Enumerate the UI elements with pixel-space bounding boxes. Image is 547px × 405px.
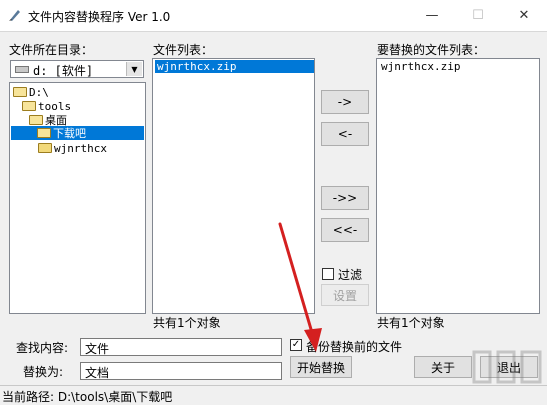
folder-icon — [38, 143, 52, 153]
add-all-button[interactable]: ->> — [321, 186, 369, 210]
maximize-button[interactable]: ☐ — [455, 0, 501, 30]
app-icon — [9, 10, 20, 21]
chevron-down-icon[interactable]: ▼ — [126, 62, 142, 76]
minimize-button[interactable]: — — [409, 0, 455, 30]
filter-label: 过滤 — [338, 268, 363, 282]
folder-open-icon — [29, 115, 43, 125]
remove-button[interactable]: <- — [321, 122, 369, 146]
replace-list-label: 要替换的文件列表： — [377, 43, 486, 57]
tree-node-root[interactable]: D:\ — [13, 85, 49, 99]
find-label: 查找内容: — [16, 341, 69, 355]
close-button[interactable]: ✕ — [501, 0, 547, 30]
find-input[interactable]: 文件 — [80, 338, 282, 356]
add-button[interactable]: -> — [321, 90, 369, 114]
drive-select-value: d: [软件] — [33, 64, 94, 78]
directory-label: 文件所在目录： — [9, 43, 94, 57]
status-bar: 当前路径: D:\tools\桌面\下载吧 — [0, 385, 547, 404]
replace-input[interactable]: 文档 — [80, 362, 282, 380]
tree-node-wjnrthcx[interactable]: wjnrthcx — [38, 141, 107, 155]
list-item[interactable]: wjnrthcx.zip — [155, 60, 314, 73]
drive-icon — [15, 66, 29, 73]
replace-file-list[interactable]: wjnrthcx.zip — [376, 58, 540, 314]
replace-list-count: 共有1个对象 — [377, 316, 445, 330]
directory-tree[interactable]: D:\ tools 桌面 下载吧 wjnrthcx — [9, 82, 146, 314]
title-separator — [0, 31, 547, 32]
folder-open-icon — [13, 87, 27, 97]
folder-open-icon — [37, 128, 51, 138]
window-title: 文件内容替换程序 Ver 1.0 — [28, 10, 171, 24]
tree-node-tools[interactable]: tools — [22, 99, 71, 113]
list-item[interactable]: wjnrthcx.zip — [379, 60, 462, 73]
start-replace-button[interactable]: 开始替换 — [290, 356, 352, 378]
drive-select[interactable]: d: [软件] ▼ — [10, 60, 144, 78]
current-path: 当前路径: D:\tools\桌面\下载吧 — [2, 390, 173, 404]
file-list-count: 共有1个对象 — [153, 316, 221, 330]
folder-open-icon — [22, 101, 36, 111]
about-button[interactable]: 关于 — [414, 356, 472, 378]
file-list-label: 文件列表： — [153, 43, 214, 57]
tree-node-xiazaiba[interactable]: 下载吧 — [11, 126, 144, 140]
annotation-arrow — [278, 222, 322, 352]
watermark-logo — [472, 350, 542, 384]
replace-label: 替换为: — [23, 365, 64, 379]
